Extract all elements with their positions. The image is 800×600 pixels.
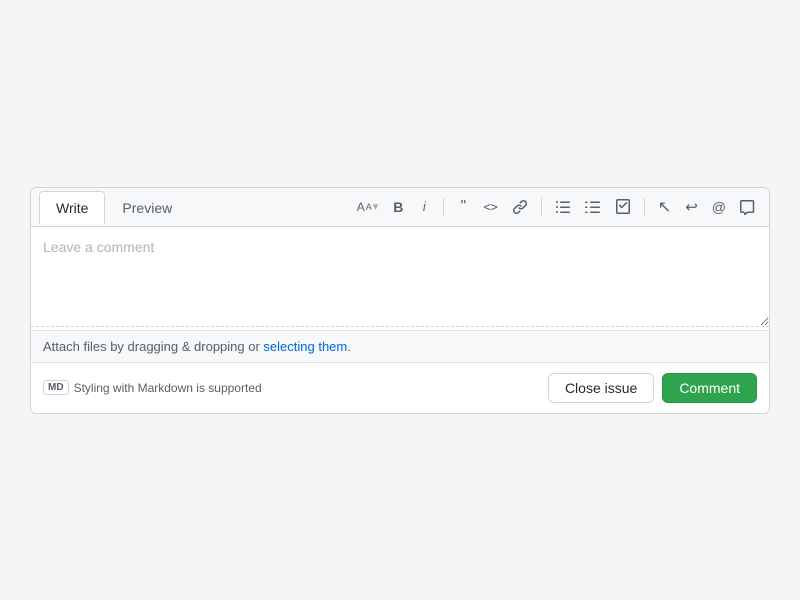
attach-area: Attach files by dragging & dropping or s… bbox=[31, 330, 769, 362]
italic-icon[interactable]: i bbox=[413, 196, 435, 217]
editor-container: Write Preview AA▾ B i " <> bbox=[30, 187, 770, 414]
attach-text: Attach files by dragging & dropping or bbox=[43, 339, 263, 354]
markdown-icon: MD bbox=[43, 380, 69, 395]
saved-replies-icon[interactable] bbox=[735, 196, 761, 218]
cursor-icon[interactable]: ↖ bbox=[653, 194, 676, 220]
footer-actions: Close issue Comment bbox=[548, 373, 757, 403]
markdown-text: Styling with Markdown is supported bbox=[74, 381, 262, 395]
numbered-list-icon[interactable] bbox=[580, 196, 606, 218]
toolbar-icons: AA▾ B i " <> bbox=[352, 188, 761, 226]
close-issue-button[interactable]: Close issue bbox=[548, 373, 654, 403]
toolbar-divider-2 bbox=[541, 198, 542, 216]
code-icon[interactable]: <> bbox=[478, 197, 502, 217]
tab-write[interactable]: Write bbox=[39, 191, 105, 224]
comment-textarea[interactable] bbox=[31, 227, 769, 327]
tabs-toolbar: Write Preview AA▾ B i " <> bbox=[31, 188, 769, 227]
task-list-icon[interactable] bbox=[610, 196, 636, 218]
attach-period: . bbox=[347, 339, 351, 354]
toolbar-divider-1 bbox=[443, 198, 444, 216]
write-area: Attach files by dragging & dropping or s… bbox=[31, 227, 769, 362]
heading-icon[interactable]: AA▾ bbox=[352, 197, 384, 217]
bullet-list-icon[interactable] bbox=[550, 196, 576, 218]
markdown-badge-area: MD Styling with Markdown is supported bbox=[43, 380, 262, 395]
bold-icon[interactable]: B bbox=[387, 196, 409, 218]
mention-icon[interactable]: @ bbox=[707, 196, 731, 218]
toolbar-divider-3 bbox=[644, 198, 645, 216]
comment-button[interactable]: Comment bbox=[662, 373, 757, 403]
tabs: Write Preview bbox=[39, 191, 189, 223]
tab-preview[interactable]: Preview bbox=[105, 191, 189, 224]
reply-icon[interactable]: ↩ bbox=[680, 195, 703, 219]
attach-link[interactable]: selecting them bbox=[263, 339, 347, 354]
quote-icon[interactable]: " bbox=[452, 196, 474, 218]
footer: MD Styling with Markdown is supported Cl… bbox=[31, 362, 769, 413]
link-icon[interactable] bbox=[507, 196, 533, 218]
